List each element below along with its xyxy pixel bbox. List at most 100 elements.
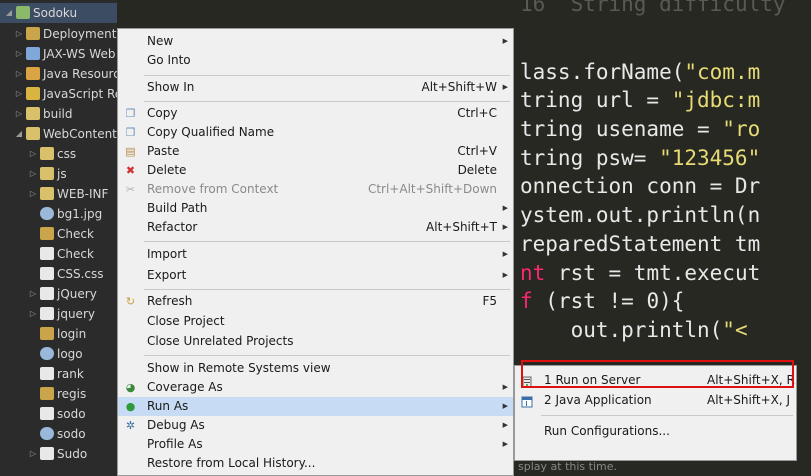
menu-item-label: Coverage As: [147, 380, 223, 394]
tree-item-file[interactable]: logo: [28, 344, 83, 364]
tree-item-file[interactable]: ▷ jquery: [28, 304, 95, 324]
menu-item-run-as[interactable]: ● Run As ▶: [118, 397, 513, 416]
project-icon: [16, 6, 30, 19]
delete-icon: ✖: [125, 164, 136, 177]
folder-icon: [40, 147, 54, 160]
tree-item-deployment-descriptor[interactable]: ▷ Deployment Descriptor: [14, 24, 117, 44]
menu-item-copy-qualified-name[interactable]: ❐ Copy Qualified Name: [118, 123, 513, 142]
tree-item-label: bg1.jpg: [57, 207, 103, 221]
menu-item-label: Delete: [147, 163, 187, 177]
code-line: nt rst = tmt.execut: [520, 261, 761, 285]
menu-item-profile-as[interactable]: Profile As ▶: [118, 435, 513, 454]
menu-item-coverage-as[interactable]: ◕ Coverage As ▶: [118, 378, 513, 397]
refresh-icon: ↻: [125, 295, 136, 308]
tree-item-file[interactable]: Check: [28, 244, 94, 264]
submenu-arrow-icon: ▶: [502, 223, 508, 231]
collapse-twisty-icon[interactable]: ▷: [28, 184, 38, 204]
copy-icon: ❐: [125, 107, 136, 120]
code-text: String difficulty: [570, 0, 786, 16]
collapse-twisty-icon[interactable]: ▷: [28, 284, 38, 304]
tree-item-js-folder[interactable]: ▷ js: [28, 164, 67, 184]
collapse-twisty-icon[interactable]: ▷: [14, 44, 24, 64]
menu-item-show-in[interactable]: Show In Alt+Shift+W ▶: [118, 78, 513, 97]
tree-item-javascript-resources[interactable]: ▷ JavaScript Resources: [14, 84, 117, 104]
collapse-twisty-icon[interactable]: ▷: [28, 164, 38, 184]
code-line: out.println("<: [520, 318, 748, 342]
submenu-arrow-icon: ▶: [502, 383, 508, 391]
menu-item-label: Refactor: [147, 220, 198, 234]
tree-item-file[interactable]: sodo: [28, 404, 86, 424]
menu-item-debug-as[interactable]: ✲ Debug As ▶: [118, 416, 513, 435]
menu-item-refactor[interactable]: Refactor Alt+Shift+T ▶: [118, 218, 513, 237]
copy-qualified-icon: ❐: [125, 126, 136, 139]
text-file-icon: [40, 407, 54, 420]
submenu-arrow-icon: ▶: [502, 271, 508, 279]
tree-item-file[interactable]: login: [28, 324, 86, 344]
code-line: lass.forName("com.m: [520, 60, 761, 84]
menu-item-label: Profile As: [147, 437, 203, 451]
submenu-item-java-application[interactable]: 2 Java Application Alt+Shift+X, J: [515, 390, 796, 410]
collapse-twisty-icon[interactable]: ▷: [28, 304, 38, 324]
submenu-arrow-icon: ▶: [502, 440, 508, 448]
tree-item-sodoku-project[interactable]: ◢ Sodoku: [0, 3, 117, 23]
tree-item-label: build: [43, 107, 73, 121]
tree-item-file[interactable]: sodo: [28, 424, 86, 444]
java-application-icon: [521, 394, 533, 408]
image-file-icon: [40, 347, 54, 360]
folder-icon: [26, 127, 40, 140]
expand-twisty-icon[interactable]: ◢: [14, 124, 24, 144]
menu-item-build-path[interactable]: Build Path ▶: [118, 199, 513, 218]
menu-item-close-unrelated-projects[interactable]: Close Unrelated Projects: [118, 332, 513, 351]
tree-item-web-inf[interactable]: ▷ WEB-INF: [28, 184, 108, 204]
menu-item-export[interactable]: Export ▶: [118, 266, 513, 285]
tree-item-css-folder[interactable]: ▷ css: [28, 144, 76, 164]
menu-item-shortcut: Alt+Shift+T: [426, 220, 497, 234]
tree-item-file[interactable]: ▷ jQuery: [28, 284, 97, 304]
menu-item-restore-from-local-history[interactable]: Restore from Local History...: [118, 454, 513, 473]
collapse-twisty-icon[interactable]: ▷: [14, 104, 24, 124]
code-line: ystem.out.println(n: [520, 203, 761, 227]
tree-item-label: JavaScript Resources: [43, 87, 117, 101]
tree-item-jax-ws[interactable]: ▷ JAX-WS Web Services: [14, 44, 117, 64]
menu-item-import[interactable]: Import ▶: [118, 245, 513, 264]
tree-item-file[interactable]: CSS.css: [28, 264, 104, 284]
menu-item-delete[interactable]: ✖ Delete Delete: [118, 161, 513, 180]
tree-item-file[interactable]: Check: [28, 224, 94, 244]
submenu-arrow-icon: ▶: [502, 37, 508, 45]
submenu-arrow-icon: ▶: [502, 402, 508, 410]
tree-item-label: Check: [57, 227, 94, 241]
css-file-icon: [40, 267, 54, 280]
menu-item-label: Import: [147, 247, 187, 261]
collapse-twisty-icon[interactable]: ▷: [28, 144, 38, 164]
collapse-twisty-icon[interactable]: ▷: [28, 444, 38, 464]
tree-item-label: rank: [57, 367, 84, 381]
tree-item-java-resources[interactable]: ▷ Java Resources: [14, 64, 117, 84]
menu-separator: [144, 289, 510, 290]
tree-item-file[interactable]: bg1.jpg: [28, 204, 102, 224]
tree-item-label: logo: [57, 347, 83, 361]
menu-item-refresh[interactable]: ↻ Refresh F5: [118, 292, 513, 311]
collapse-twisty-icon[interactable]: ▷: [14, 84, 24, 104]
menu-item-label: Copy Qualified Name: [147, 125, 275, 139]
tree-item-webcontent[interactable]: ◢ WebContent: [14, 124, 117, 144]
menu-item-copy[interactable]: ❐ Copy Ctrl+C: [118, 104, 513, 123]
collapse-twisty-icon[interactable]: ▷: [14, 24, 24, 44]
expand-twisty-icon[interactable]: ◢: [4, 3, 14, 23]
menu-item-new[interactable]: New ▶: [118, 32, 513, 51]
menu-item-paste[interactable]: ▤ Paste Ctrl+V: [118, 142, 513, 161]
jsp-file-icon: [40, 227, 54, 240]
menu-item-show-in-remote-systems[interactable]: Show in Remote Systems view: [118, 359, 513, 378]
tree-item-build[interactable]: ▷ build: [14, 104, 73, 124]
collapse-twisty-icon[interactable]: ▷: [14, 64, 24, 84]
menu-separator: [541, 415, 793, 416]
run-icon: ●: [125, 400, 136, 413]
menu-item-label: Close Project: [147, 314, 225, 328]
submenu-item-shortcut: Alt+Shift+X, J: [707, 393, 791, 407]
tree-item-file[interactable]: rank: [28, 364, 84, 384]
menu-item-close-project[interactable]: Close Project: [118, 312, 513, 331]
tree-item-label: JAX-WS Web Services: [43, 47, 117, 61]
tree-item-file[interactable]: regis: [28, 384, 86, 404]
submenu-item-run-configurations[interactable]: Run Configurations...: [515, 421, 796, 441]
menu-item-go-into[interactable]: Go Into: [118, 51, 513, 70]
tree-item-file[interactable]: ▷ Sudo: [28, 444, 87, 464]
